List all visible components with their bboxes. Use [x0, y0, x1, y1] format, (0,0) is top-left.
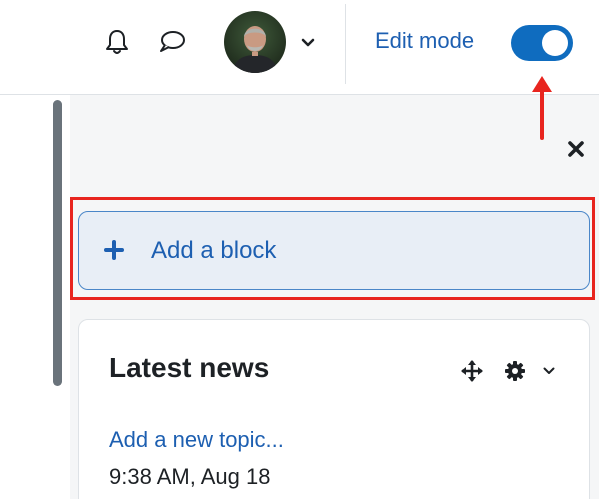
speech-bubble-icon[interactable] — [156, 26, 188, 58]
drawer-scrollbar[interactable] — [53, 100, 62, 386]
close-icon[interactable] — [563, 136, 589, 162]
add-new-topic-link[interactable]: Add a new topic... — [109, 427, 284, 453]
user-menu-chevron-icon[interactable] — [297, 32, 319, 54]
annotation-arrow — [532, 76, 552, 140]
latest-news-block: Latest news Add a new topic... 9:38 AM, … — [78, 319, 590, 499]
block-actions-chevron-icon[interactable] — [539, 361, 559, 381]
latest-news-title: Latest news — [109, 352, 270, 383]
news-date: 9:38 AM, Aug 18 — [109, 464, 271, 489]
edit-mode-toggle[interactable] — [511, 25, 573, 61]
avatar[interactable] — [224, 11, 286, 73]
navbar-divider — [345, 4, 346, 84]
gear-icon[interactable] — [502, 358, 528, 384]
annotation-highlight-box — [70, 197, 595, 300]
edit-mode-label[interactable]: Edit mode — [375, 28, 474, 54]
page: Edit mode Add a block Latest news Add a … — [0, 0, 599, 499]
move-icon[interactable] — [459, 358, 485, 384]
bell-icon[interactable] — [101, 26, 133, 58]
toggle-knob — [542, 30, 568, 56]
top-navbar: Edit mode — [0, 0, 599, 95]
